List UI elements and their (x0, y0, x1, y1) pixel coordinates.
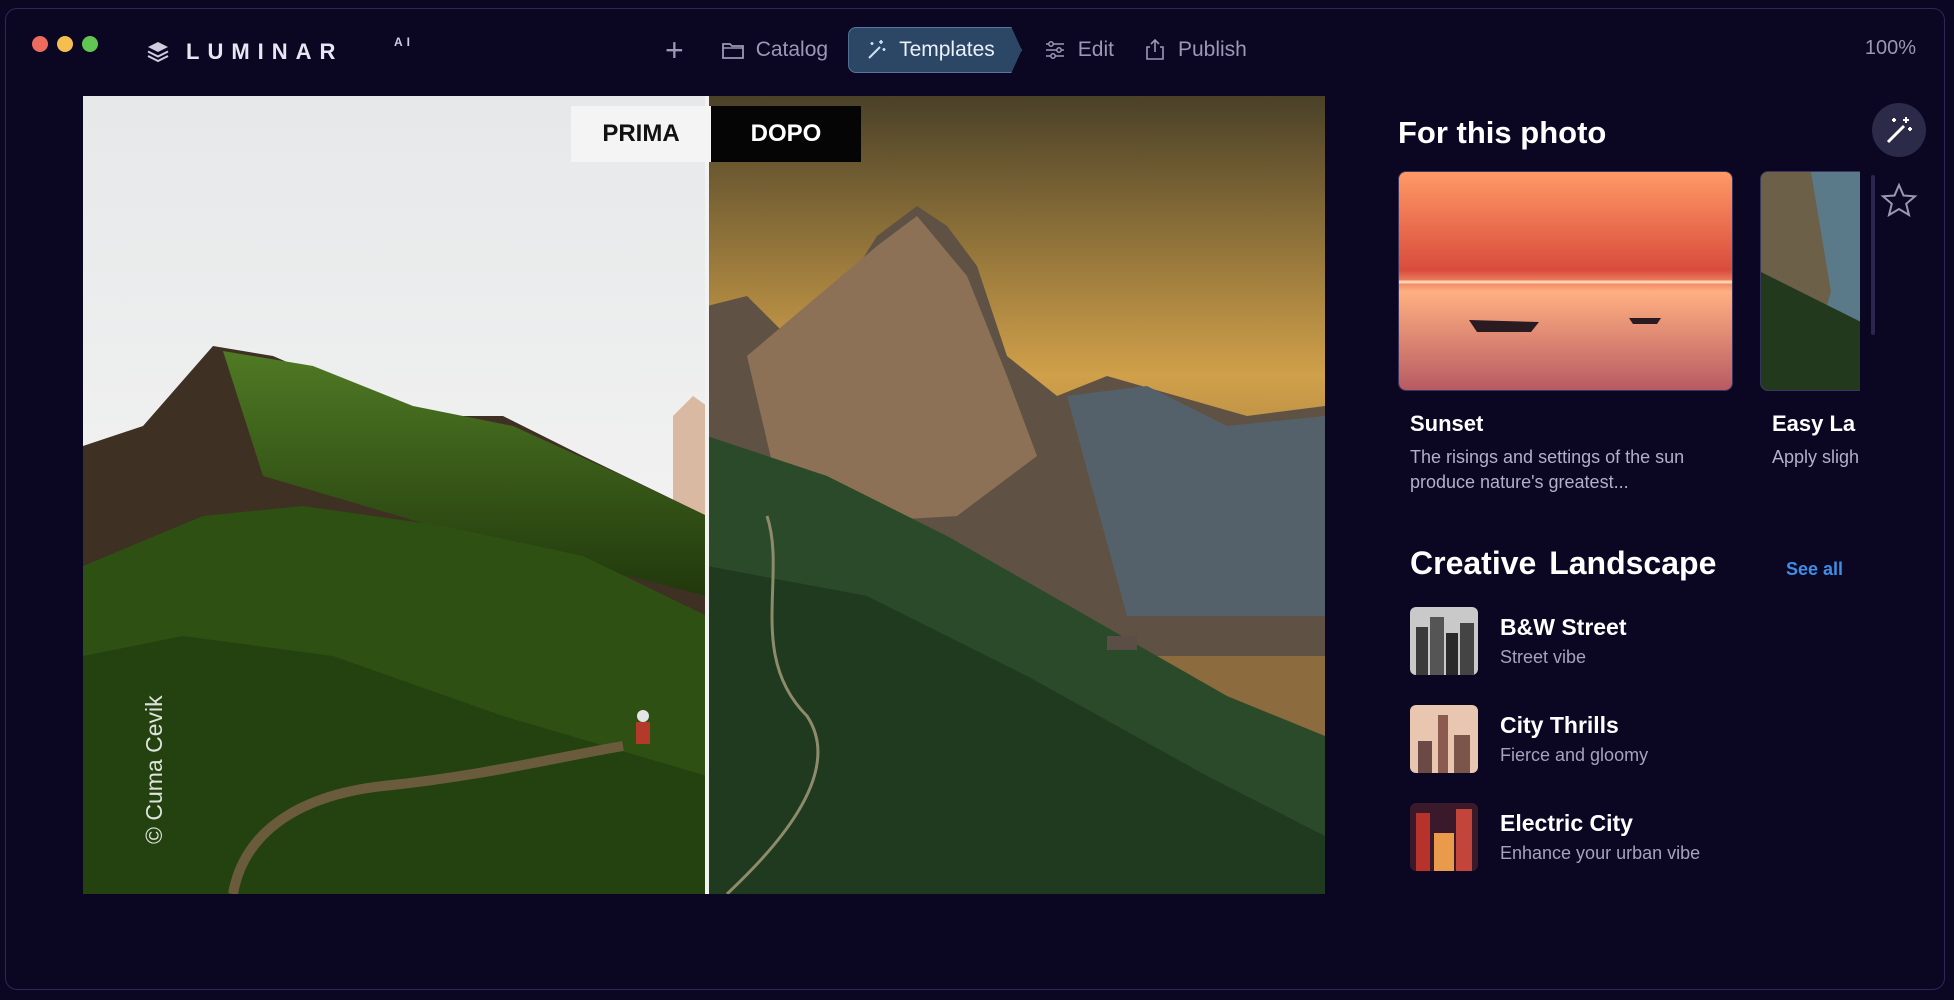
tab-publish[interactable]: Publish (1128, 28, 1261, 72)
template-list-item[interactable]: Electric City Enhance your urban vibe (1410, 803, 1700, 871)
tab-publish-label: Publish (1177, 38, 1247, 61)
card-title: Easy La (1772, 411, 1856, 436)
template-list-item[interactable]: City Thrills Fierce and gloomy (1410, 705, 1648, 773)
folder-icon (721, 43, 744, 59)
ai-templates-tool-button[interactable] (1872, 103, 1926, 157)
template-card-easy-landscape[interactable]: Easy La Apply sligh light and b (1760, 171, 1860, 470)
tab-edit[interactable]: Edit (1028, 28, 1128, 72)
list-item-title: B&W Street (1500, 614, 1627, 640)
tab-edit-label: Edit (1077, 38, 1114, 61)
brand-superscript: AI (394, 35, 414, 49)
section-title: Creative Landscape (1410, 545, 1717, 581)
template-list-item[interactable]: B&W Street Street vibe (1410, 607, 1627, 675)
card-description: Apply sligh light and b (1772, 447, 1860, 467)
minimize-window-button[interactable] (57, 36, 73, 52)
before-label: PRIMA (571, 106, 711, 162)
sliders-icon (1045, 41, 1064, 59)
zoom-level[interactable]: 100% (1865, 37, 1916, 60)
card-title: Sunset (1410, 411, 1484, 436)
brand-name: LUMINAR (186, 39, 344, 64)
template-thumbnail (1410, 803, 1478, 871)
tab-catalog-label: Catalog (755, 38, 829, 61)
template-thumbnail (1410, 607, 1478, 675)
list-item-subtitle: Fierce and gloomy (1500, 745, 1649, 765)
app-window: LUMINAR AI + Catalog Templates Edit Publ… (5, 8, 1945, 990)
favorites-star-icon[interactable] (1880, 181, 1918, 219)
template-card-sunset[interactable]: Sunset The risings and settings of the s… (1398, 171, 1733, 495)
after-photo (707, 96, 1325, 894)
add-button[interactable]: + (661, 32, 706, 69)
list-item-subtitle: Enhance your urban vibe (1500, 843, 1701, 863)
share-icon (1146, 38, 1164, 60)
carousel-scrollbar[interactable] (1871, 175, 1875, 335)
magic-wand-icon (868, 40, 886, 59)
tab-templates[interactable]: Templates (848, 27, 1022, 73)
window-controls (32, 36, 98, 52)
magic-wand-icon (1886, 117, 1912, 144)
close-window-button[interactable] (32, 36, 48, 52)
compare-divider-handle[interactable] (705, 96, 709, 894)
template-thumbnail (1398, 171, 1733, 391)
tab-catalog[interactable]: Catalog (706, 28, 842, 72)
top-navigation: + Catalog Templates Edit Publish (661, 23, 1261, 77)
list-item-title: City Thrills (1500, 712, 1619, 738)
list-item-title: Electric City (1500, 810, 1633, 836)
maximize-window-button[interactable] (82, 36, 98, 52)
template-thumbnail (1760, 171, 1860, 391)
list-item-subtitle: Street vibe (1500, 647, 1587, 667)
app-brand: LUMINAR AI (146, 35, 410, 65)
after-label: DOPO (711, 106, 861, 162)
see-all-link[interactable]: See all (1786, 559, 1843, 580)
photo-credit: © Cuma Cevik (141, 695, 167, 844)
card-description: The risings and settings of the sun prod… (1410, 447, 1685, 492)
panel-title: For this photo (1398, 115, 1607, 150)
layers-logo-icon (147, 42, 169, 63)
image-compare-canvas[interactable]: PRIMA DOPO © Cuma Cevik (83, 96, 1325, 894)
before-photo (83, 96, 707, 894)
template-thumbnail (1410, 705, 1478, 773)
tab-templates-label: Templates (899, 38, 995, 61)
